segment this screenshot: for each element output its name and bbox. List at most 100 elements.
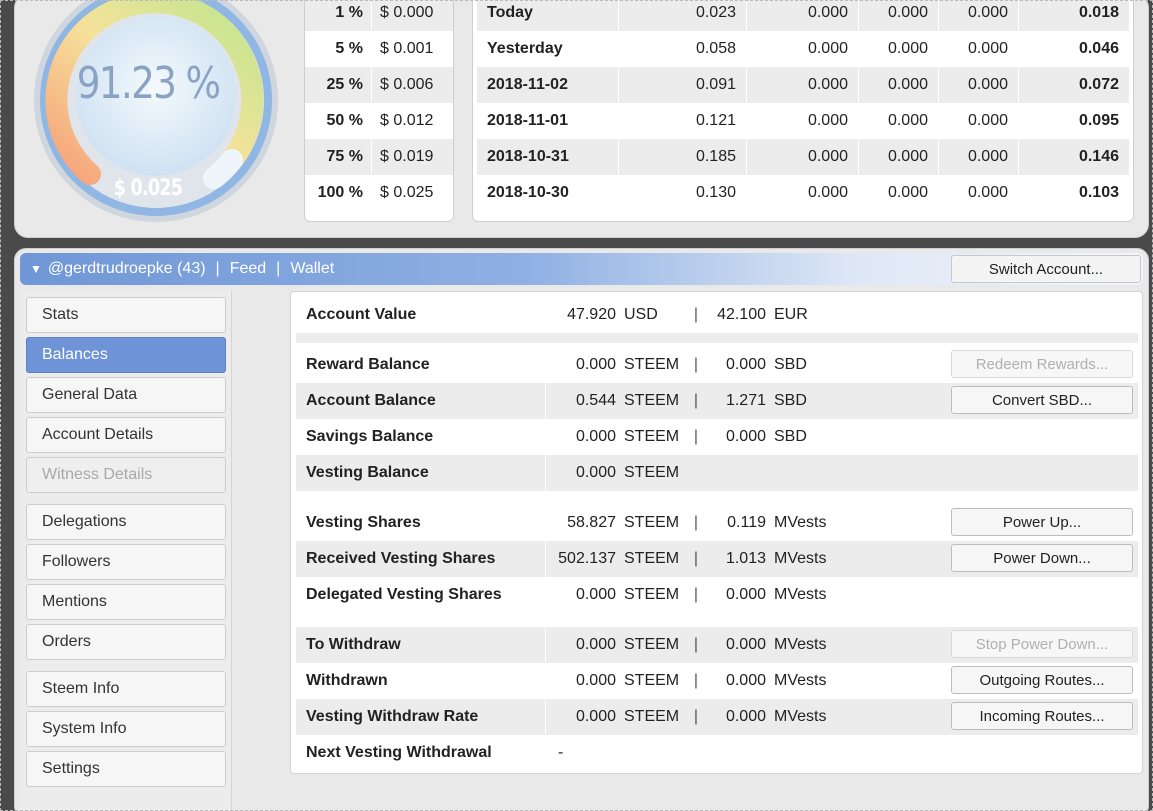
row-label: Account Balance <box>296 383 546 419</box>
table-row: 50 % $ 0.012 <box>305 103 453 139</box>
sidebar-item-account-details[interactable]: Account Details <box>26 417 226 453</box>
row-separator: | <box>693 514 699 531</box>
row-unit: MVests <box>774 550 827 567</box>
row-unit: MVests <box>774 708 827 725</box>
row-unit: EUR <box>774 306 808 323</box>
history-date: 2018-10-30 <box>477 175 619 211</box>
table-row: 5 % $ 0.001 <box>305 31 453 67</box>
switch-account-button[interactable]: Switch Account... <box>951 255 1141 283</box>
row-value: 1.271 <box>725 392 766 409</box>
history-total: 0.095 <box>1078 112 1119 129</box>
row-separator: | <box>693 392 699 409</box>
history-cell: 0.185 <box>619 139 747 175</box>
sidebar-item-followers[interactable]: Followers <box>26 544 226 580</box>
history-cell: 0.000 <box>747 0 859 31</box>
table-row: Today 0.023 0.000 0.000 0.000 0.018 <box>477 0 1129 31</box>
account-name-link[interactable]: @gerdtrudroepke (43) <box>48 260 206 278</box>
row-unit: SBD <box>774 428 807 445</box>
history-cell: 0.000 <box>859 31 939 67</box>
row-label: Savings Balance <box>296 419 546 455</box>
history-cell: 0.000 <box>859 0 939 31</box>
history-cell: 0.130 <box>619 175 747 211</box>
power-up-button[interactable]: Power Up... <box>951 508 1133 536</box>
table-row: 2018-11-02 0.091 0.000 0.000 0.000 0.072 <box>477 67 1129 103</box>
pct-label: 50 % <box>326 112 363 129</box>
sidebar-item-orders[interactable]: Orders <box>26 624 226 660</box>
history-cell: 0.000 <box>939 103 1019 139</box>
history-cell: 0.000 <box>859 139 939 175</box>
row-separator: | <box>693 428 699 445</box>
row-unit: STEEM <box>624 392 680 409</box>
pct-label: 1 % <box>335 4 363 21</box>
collapse-triangle-icon[interactable]: ▼ <box>30 262 42 276</box>
row-unit: STEEM <box>624 550 680 567</box>
row-value: 0.000 <box>575 356 616 373</box>
row-separator: | <box>693 636 699 653</box>
sidebar-item-settings[interactable]: Settings <box>26 751 226 787</box>
voting-power-gauge: 91.23 % $ 0.025 <box>18 0 278 235</box>
history-total: 0.018 <box>1078 4 1119 21</box>
row-value: 1.013 <box>725 550 766 567</box>
row-unit: STEEM <box>624 586 680 603</box>
row-unit: MVests <box>774 514 827 531</box>
sidebar-item-steem-info[interactable]: Steem Info <box>26 671 226 707</box>
row-label: Withdrawn <box>296 663 546 699</box>
row-value: 0.000 <box>725 428 766 445</box>
row-value: 42.100 <box>717 306 766 323</box>
history-total: 0.072 <box>1078 76 1119 93</box>
pct-value: $ 0.001 <box>371 31 433 67</box>
row-unit: STEEM <box>624 672 680 689</box>
power-down-button[interactable]: Power Down... <box>951 544 1133 572</box>
row-unit: STEEM <box>624 636 680 653</box>
history-cell: 0.000 <box>859 67 939 103</box>
row-unit: STEEM <box>624 464 680 481</box>
row-unit: STEEM <box>624 428 680 445</box>
redeem-rewards-button: Redeem Rewards... <box>951 350 1133 378</box>
history-cell: 0.000 <box>859 175 939 211</box>
history-cell: 0.000 <box>747 31 859 67</box>
pct-label: 5 % <box>335 40 363 57</box>
pct-value: $ 0.025 <box>371 175 433 211</box>
row-unit: STEEM <box>624 356 680 373</box>
balance-row-vesting: Vesting Balance 0.000 STEEM <box>296 455 1138 491</box>
convert-sbd-button[interactable]: Convert SBD... <box>951 386 1133 414</box>
table-row: 1 % $ 0.000 <box>305 0 453 31</box>
history-cell: 0.091 <box>619 67 747 103</box>
outgoing-routes-button[interactable]: Outgoing Routes... <box>951 666 1133 694</box>
row-separator: | <box>693 306 699 323</box>
sidebar-item-delegations[interactable]: Delegations <box>26 504 226 540</box>
gauge-money: $ 0.025 <box>113 176 183 201</box>
incoming-routes-button[interactable]: Incoming Routes... <box>951 702 1133 730</box>
row-value: 502.137 <box>558 550 616 567</box>
sidebar-item-system-info[interactable]: System Info <box>26 711 226 747</box>
sidebar-item-stats[interactable]: Stats <box>26 297 226 333</box>
row-label: Next Vesting Withdrawal <box>306 744 492 761</box>
sidebar-item-balances[interactable]: Balances <box>26 337 226 373</box>
table-row: Yesterday 0.058 0.000 0.000 0.000 0.046 <box>477 31 1129 67</box>
sidebar-item-mentions[interactable]: Mentions <box>26 584 226 620</box>
row-separator: | <box>693 550 699 567</box>
row-label: Vesting Balance <box>296 455 546 491</box>
history-cell: 0.000 <box>747 103 859 139</box>
row-value: 0.000 <box>725 636 766 653</box>
row-separator: | <box>693 672 699 689</box>
row-value: 0.000 <box>575 464 616 481</box>
wallet-link[interactable]: Wallet <box>290 260 334 278</box>
row-value: 0.000 <box>575 708 616 725</box>
row-unit: SBD <box>774 392 807 409</box>
row-unit: MVests <box>774 636 827 653</box>
row-value: 0.544 <box>575 392 616 409</box>
row-value: 0.119 <box>727 514 766 531</box>
row-separator: | <box>693 356 699 373</box>
separator: | <box>215 260 220 277</box>
balance-row-savings: Savings Balance 0.000 STEEM | 0.000 SBD <box>296 419 1138 455</box>
feed-link[interactable]: Feed <box>230 260 266 278</box>
history-cell: 0.000 <box>939 175 1019 211</box>
history-date: 2018-11-02 <box>477 67 619 103</box>
balance-row-delegated-vesting: Delegated Vesting Shares 0.000 STEEM | 0… <box>296 577 1138 613</box>
sidebar-item-general-data[interactable]: General Data <box>26 377 226 413</box>
row-unit: MVests <box>774 672 827 689</box>
history-cell: 0.121 <box>619 103 747 139</box>
row-value: 47.920 <box>567 306 616 323</box>
row-label: Reward Balance <box>296 347 546 383</box>
